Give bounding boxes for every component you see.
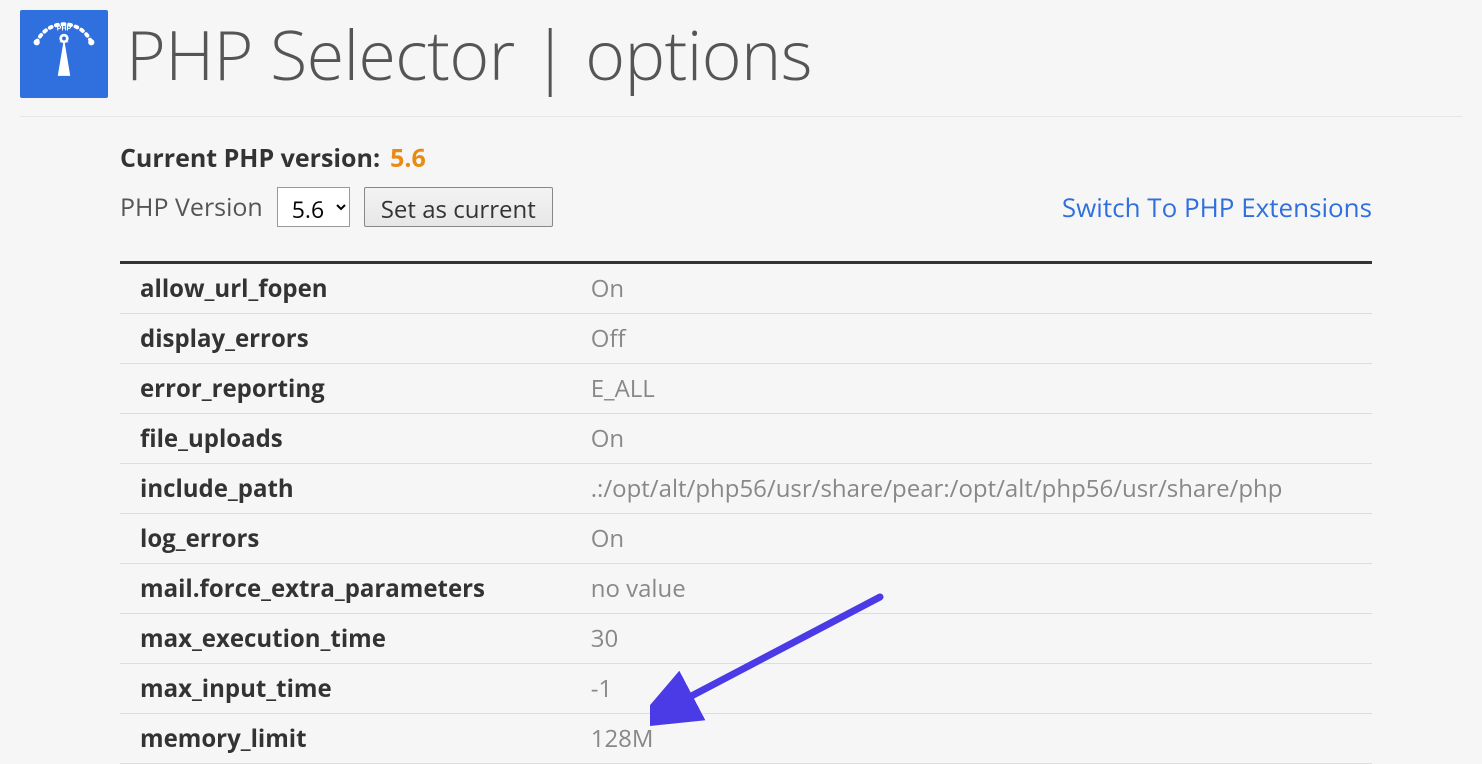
option-name: allow_url_fopen (120, 263, 571, 314)
table-row: log_errors On (120, 514, 1372, 564)
php-options-table: allow_url_fopen On display_errors Off er… (120, 261, 1372, 764)
option-name: error_reporting (120, 364, 571, 414)
option-value[interactable]: no value (571, 564, 1372, 614)
current-version-label: Current PHP version: (120, 141, 380, 175)
option-value[interactable]: 30 (571, 614, 1372, 664)
option-name: file_uploads (120, 414, 571, 464)
table-row: memory_limit 128M (120, 714, 1372, 764)
current-version-row: Current PHP version: 5.6 (120, 141, 1372, 175)
option-name: mail.force_extra_parameters (120, 564, 571, 614)
option-value[interactable]: Off (571, 314, 1372, 364)
table-row: max_input_time -1 (120, 664, 1372, 714)
option-name: memory_limit (120, 714, 571, 764)
table-row: file_uploads On (120, 414, 1372, 464)
current-version-value: 5.6 (390, 141, 426, 175)
table-row: mail.force_extra_parameters no value (120, 564, 1372, 614)
table-row: error_reporting E_ALL (120, 364, 1372, 414)
option-value[interactable]: On (571, 514, 1372, 564)
php-selector-icon: PHP (20, 10, 108, 98)
option-name: display_errors (120, 314, 571, 364)
option-name: max_execution_time (120, 614, 571, 664)
php-version-label: PHP Version (120, 190, 263, 224)
option-name: include_path (120, 464, 571, 514)
page-header: PHP PHP Selector | options (0, 0, 1482, 108)
php-version-select[interactable]: 5.6 (277, 187, 350, 227)
option-value[interactable]: On (571, 414, 1372, 464)
option-value[interactable]: On (571, 263, 1372, 314)
content-area: Current PHP version: 5.6 PHP Version 5.6… (0, 117, 1482, 764)
set-as-current-button[interactable]: Set as current (364, 187, 553, 227)
version-selector-row: PHP Version 5.6 Set as current Switch To… (120, 187, 1372, 227)
option-value[interactable]: E_ALL (571, 364, 1372, 414)
svg-text:PHP: PHP (57, 26, 72, 33)
page-title: PHP Selector | options (126, 20, 812, 88)
table-row: include_path .:/opt/alt/php56/usr/share/… (120, 464, 1372, 514)
option-value[interactable]: 128M (571, 714, 1372, 764)
table-row: allow_url_fopen On (120, 263, 1372, 314)
option-name: max_input_time (120, 664, 571, 714)
switch-to-extensions-link[interactable]: Switch To PHP Extensions (1062, 189, 1372, 225)
option-name: log_errors (120, 514, 571, 564)
option-value[interactable]: .:/opt/alt/php56/usr/share/pear:/opt/alt… (571, 464, 1372, 514)
table-row: max_execution_time 30 (120, 614, 1372, 664)
option-value[interactable]: -1 (571, 664, 1372, 714)
table-row: display_errors Off (120, 314, 1372, 364)
